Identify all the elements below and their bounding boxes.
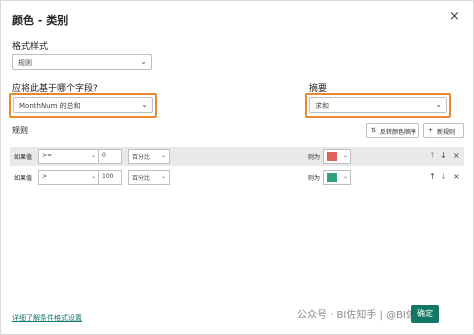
summary-value: 求和 xyxy=(315,102,329,110)
rule-row: 如果值 >= ⌄ 0 百分比 ⌄ 则为 ⌄ ↑ ↓ × xyxy=(10,147,464,166)
arrow-down-icon[interactable]: ↓ xyxy=(440,172,447,181)
format-style-select[interactable]: 规则 ⌄ xyxy=(12,54,152,70)
delete-rule-icon[interactable]: × xyxy=(453,172,460,181)
value-input[interactable]: 100 xyxy=(98,170,122,185)
chevron-down-icon: ⌄ xyxy=(140,57,147,66)
if-value-label: 如果值 xyxy=(14,154,33,161)
rules-label: 规则 xyxy=(12,126,28,135)
delete-rule-icon[interactable]: × xyxy=(453,151,460,160)
then-label: 则为 xyxy=(308,175,321,182)
color-swatch xyxy=(327,152,337,161)
format-style-value: 规则 xyxy=(18,59,32,67)
unit-select[interactable]: 百分比 ⌄ xyxy=(128,170,170,185)
watermark: 公众号 · BI佐知手 | @BI佐罗 xyxy=(297,310,426,321)
color-swatch xyxy=(327,173,337,182)
close-icon[interactable]: × xyxy=(449,10,460,23)
arrow-up-icon[interactable]: ↑ xyxy=(429,172,436,181)
field-select[interactable]: MonthNum 的总和 ⌄ xyxy=(13,97,153,113)
chevron-down-icon: ⌄ xyxy=(141,100,148,109)
dialog-title: 颜色 - 类别 xyxy=(12,14,69,27)
then-label: 则为 xyxy=(308,154,321,161)
operator-select[interactable]: >= ⌄ xyxy=(38,149,100,164)
chevron-down-icon: ⌄ xyxy=(90,173,96,180)
rule-row: 如果值 > ⌄ 100 百分比 ⌄ 则为 ⌄ ↑ ↓ × xyxy=(10,168,464,187)
plus-icon: + xyxy=(428,127,434,134)
unit-select[interactable]: 百分比 ⌄ xyxy=(128,149,170,164)
chevron-down-icon: ⌄ xyxy=(160,173,166,180)
new-rule-button[interactable]: + 新规则 xyxy=(423,123,464,138)
learn-more-link[interactable]: 详细了解条件格式设置 xyxy=(12,313,82,323)
chevron-down-icon: ⌄ xyxy=(342,152,348,159)
color-picker[interactable]: ⌄ xyxy=(323,149,351,164)
chevron-down-icon: ⌄ xyxy=(160,152,166,159)
swap-icon: ⇅ xyxy=(371,127,377,134)
conditional-format-dialog: 颜色 - 类别 × 格式样式 规则 ⌄ 应将此基于哪个字段? MonthNum … xyxy=(0,0,474,335)
ok-button[interactable]: 确定 xyxy=(411,305,439,323)
color-picker[interactable]: ⌄ xyxy=(323,170,351,185)
reverse-color-order-button[interactable]: ⇅ 反转颜色顺序 xyxy=(366,123,419,138)
arrow-down-icon[interactable]: ↓ xyxy=(440,151,447,160)
format-style-label: 格式样式 xyxy=(12,42,49,52)
chevron-down-icon: ⌄ xyxy=(342,173,348,180)
summary-select[interactable]: 求和 ⌄ xyxy=(309,97,447,113)
chevron-down-icon: ⌄ xyxy=(90,152,96,159)
if-value-label: 如果值 xyxy=(14,175,33,182)
field-value: MonthNum 的总和 xyxy=(19,102,81,110)
arrow-up-icon[interactable]: ↑ xyxy=(429,151,436,160)
operator-select[interactable]: > ⌄ xyxy=(38,170,100,185)
value-input[interactable]: 0 xyxy=(98,149,122,164)
chevron-down-icon: ⌄ xyxy=(435,100,442,109)
